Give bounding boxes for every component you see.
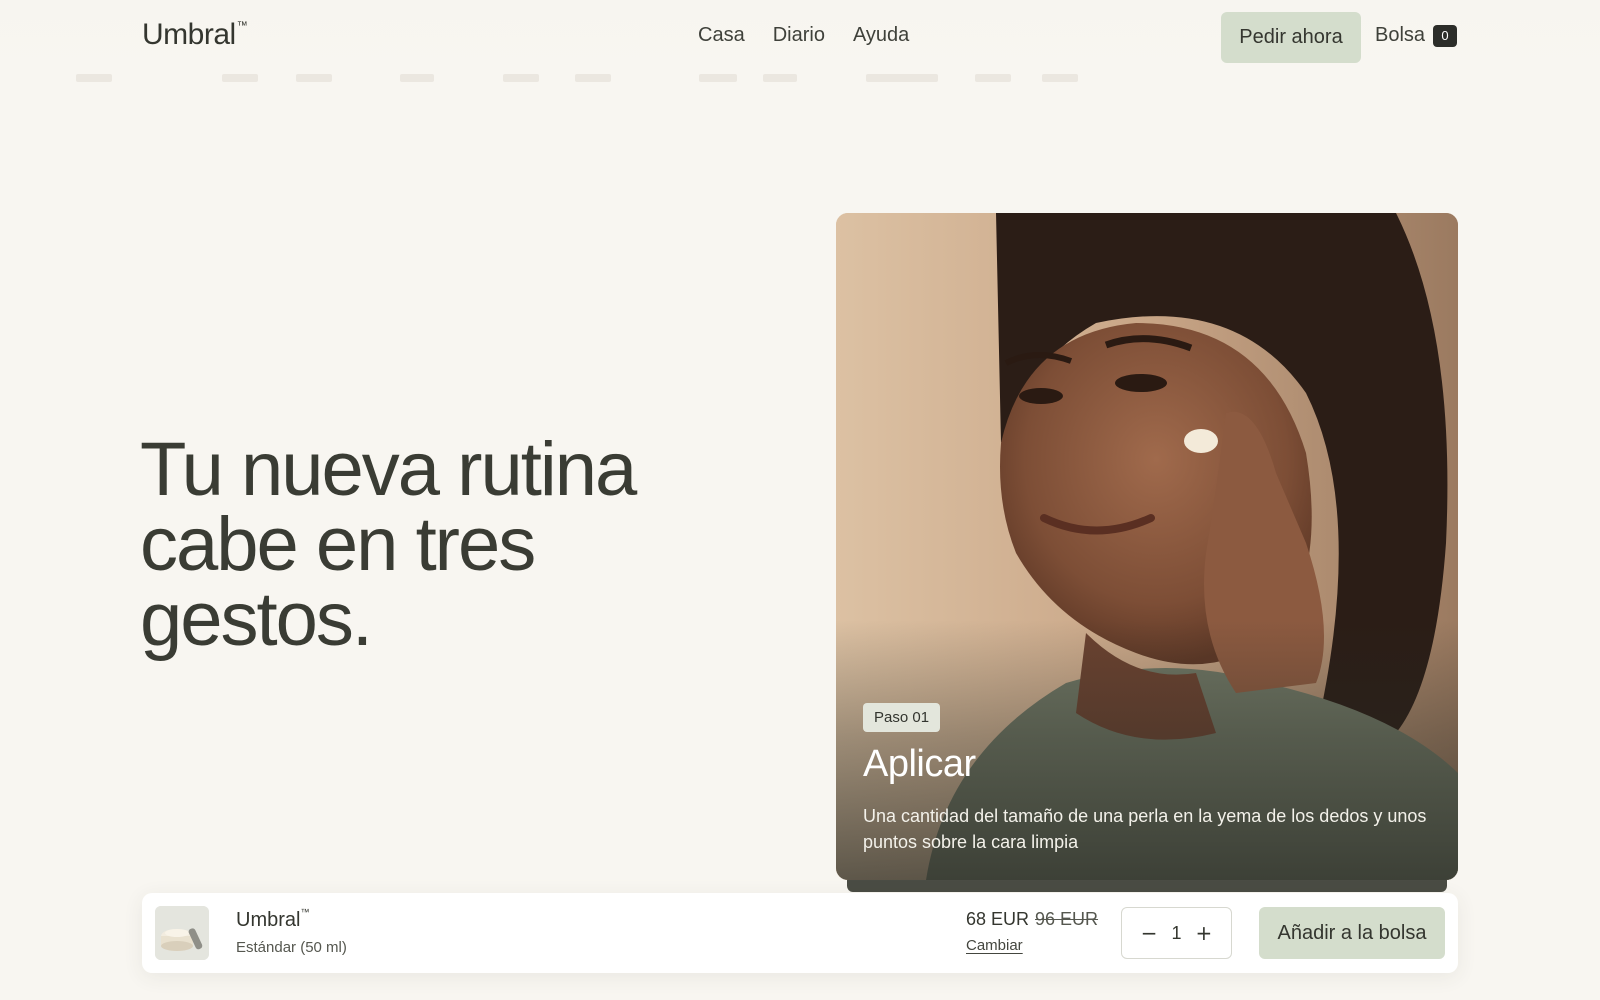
cream-jar-icon bbox=[155, 906, 209, 960]
nav-link-ayuda[interactable]: Ayuda bbox=[853, 24, 909, 47]
ghost-decoration bbox=[975, 74, 1011, 82]
order-now-button[interactable]: Pedir ahora bbox=[1221, 12, 1361, 63]
brand-logo[interactable]: Umbral™ bbox=[142, 18, 248, 52]
site-header: Umbral™ Casa Diario Ayuda Pedir ahora Bo… bbox=[0, 0, 1600, 82]
add-to-bag-button[interactable]: Añadir a la bolsa bbox=[1259, 907, 1445, 959]
headline-line: gestos. bbox=[140, 577, 373, 662]
hero-headline: Tu nueva rutina cabe en tres gestos. bbox=[140, 432, 700, 658]
original-price: 96 EUR bbox=[1035, 909, 1099, 929]
increase-quantity-button[interactable]: + bbox=[1192, 921, 1216, 945]
change-variant-link[interactable]: Cambiar bbox=[966, 937, 1023, 954]
quantity-stepper: − 1 + bbox=[1121, 907, 1232, 959]
ghost-decoration bbox=[400, 74, 434, 82]
quantity-value: 1 bbox=[1171, 922, 1182, 943]
decrease-quantity-button[interactable]: − bbox=[1137, 921, 1161, 945]
ghost-decoration bbox=[76, 74, 112, 82]
bag-count-badge: 0 bbox=[1433, 24, 1458, 47]
current-price: 68 EUR bbox=[966, 909, 1030, 929]
ghost-decoration bbox=[222, 74, 258, 82]
product-name-text: Umbral bbox=[236, 909, 301, 931]
step-title: Aplicar bbox=[863, 743, 976, 785]
ghost-decoration bbox=[575, 74, 611, 82]
product-name: Umbral™ bbox=[236, 907, 310, 932]
product-trademark: ™ bbox=[300, 907, 310, 918]
product-variant: Estándar (50 ml) bbox=[236, 939, 347, 956]
step-badge: Paso 01 bbox=[863, 703, 941, 732]
nav-link-casa[interactable]: Casa bbox=[698, 24, 745, 47]
ghost-decoration bbox=[1042, 74, 1078, 82]
main-nav: Casa Diario Ayuda bbox=[698, 24, 909, 47]
nav-link-diario[interactable]: Diario bbox=[773, 24, 825, 47]
step-description: Una cantidad del tamaño de una perla en … bbox=[863, 806, 1427, 852]
headline-line: cabe en tres bbox=[140, 502, 536, 587]
step-card[interactable]: Paso 01 Aplicar Una cantidad del tamaño … bbox=[836, 213, 1458, 880]
ghost-decoration bbox=[699, 74, 737, 82]
bag-button[interactable]: Bolsa 0 bbox=[1375, 24, 1458, 47]
ghost-decoration bbox=[763, 74, 797, 82]
logo-text: Umbral bbox=[142, 18, 236, 51]
product-thumbnail bbox=[155, 906, 209, 960]
ghost-decoration bbox=[503, 74, 539, 82]
ghost-decoration bbox=[866, 74, 938, 82]
ghost-decoration bbox=[296, 74, 332, 82]
bag-label: Bolsa bbox=[1375, 24, 1426, 46]
headline-line: Tu nueva rutina bbox=[140, 427, 637, 512]
trademark-mark: ™ bbox=[236, 20, 248, 32]
sticky-buy-bar: Umbral™ Estándar (50 ml) 68 EUR 96 EUR C… bbox=[142, 893, 1458, 973]
